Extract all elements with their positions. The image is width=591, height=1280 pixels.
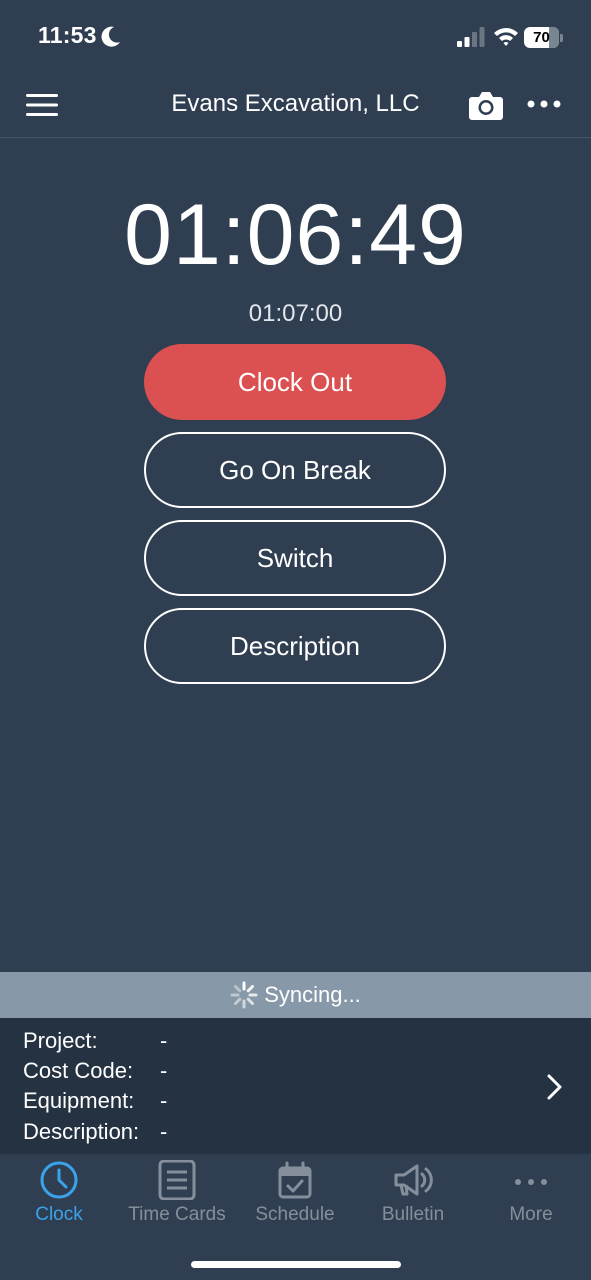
tab-label: Schedule [255, 1204, 335, 1225]
clock-out-button[interactable]: Clock Out [144, 344, 446, 420]
tab-label: Time Cards [128, 1204, 226, 1225]
more-dots-icon [515, 1179, 547, 1185]
tab-label: Clock [35, 1204, 83, 1225]
go-on-break-button[interactable]: Go On Break [144, 432, 446, 508]
equipment-label: Equipment: [23, 1088, 135, 1113]
cost-code-label: Cost Code: [23, 1058, 134, 1083]
tab-more[interactable]: More [472, 1154, 590, 1234]
elapsed-timer: 01:06:49 [124, 187, 467, 283]
project-label: Project: [23, 1028, 98, 1053]
tab-schedule[interactable]: Schedule [236, 1154, 354, 1234]
tab-label: Bulletin [381, 1204, 445, 1225]
megaphone-icon [394, 1164, 433, 1196]
battery-indicator: 70 [524, 27, 564, 49]
switch-button[interactable]: Switch [144, 520, 446, 596]
status-time: 11:53 [38, 22, 97, 48]
tab-clock[interactable]: Clock [0, 1154, 118, 1234]
spinner-icon [230, 981, 258, 1009]
total-time: 01:07:00 [248, 300, 343, 327]
page-title: Evans Excavation, LLC [171, 90, 420, 117]
wifi-icon [494, 28, 518, 46]
hamburger-menu-icon[interactable] [26, 92, 58, 118]
equipment-value: - [160, 1088, 168, 1113]
battery-level: 70 [533, 29, 550, 46]
tab-time-cards[interactable]: Time Cards [118, 1154, 236, 1234]
description-label: Description: [23, 1119, 140, 1144]
cost-code-value: - [160, 1058, 168, 1083]
clock-details-panel[interactable]: Project: - Cost Code: - Equipment: - Des… [0, 1018, 591, 1154]
signal-icon [457, 27, 485, 47]
tab-bulletin[interactable]: Bulletin [354, 1154, 472, 1234]
document-icon [158, 1160, 196, 1200]
calendar-check-icon [278, 1161, 312, 1199]
chevron-right-icon[interactable] [545, 1073, 565, 1101]
more-options-icon[interactable] [526, 98, 562, 110]
moon-icon [101, 26, 120, 47]
description-value: - [160, 1119, 168, 1144]
status-bar: 11:53 70 [0, 0, 591, 76]
nav-bar: Evans Excavation, LLC [0, 76, 591, 138]
tab-label: More [509, 1204, 553, 1225]
sync-label: Syncing... [264, 982, 361, 1007]
description-button[interactable]: Description [144, 608, 446, 684]
project-value: - [160, 1028, 168, 1053]
camera-icon[interactable] [469, 90, 503, 120]
sync-status-bar: Syncing... [0, 972, 591, 1018]
home-indicator[interactable] [191, 1261, 401, 1268]
clock-icon [40, 1161, 78, 1199]
